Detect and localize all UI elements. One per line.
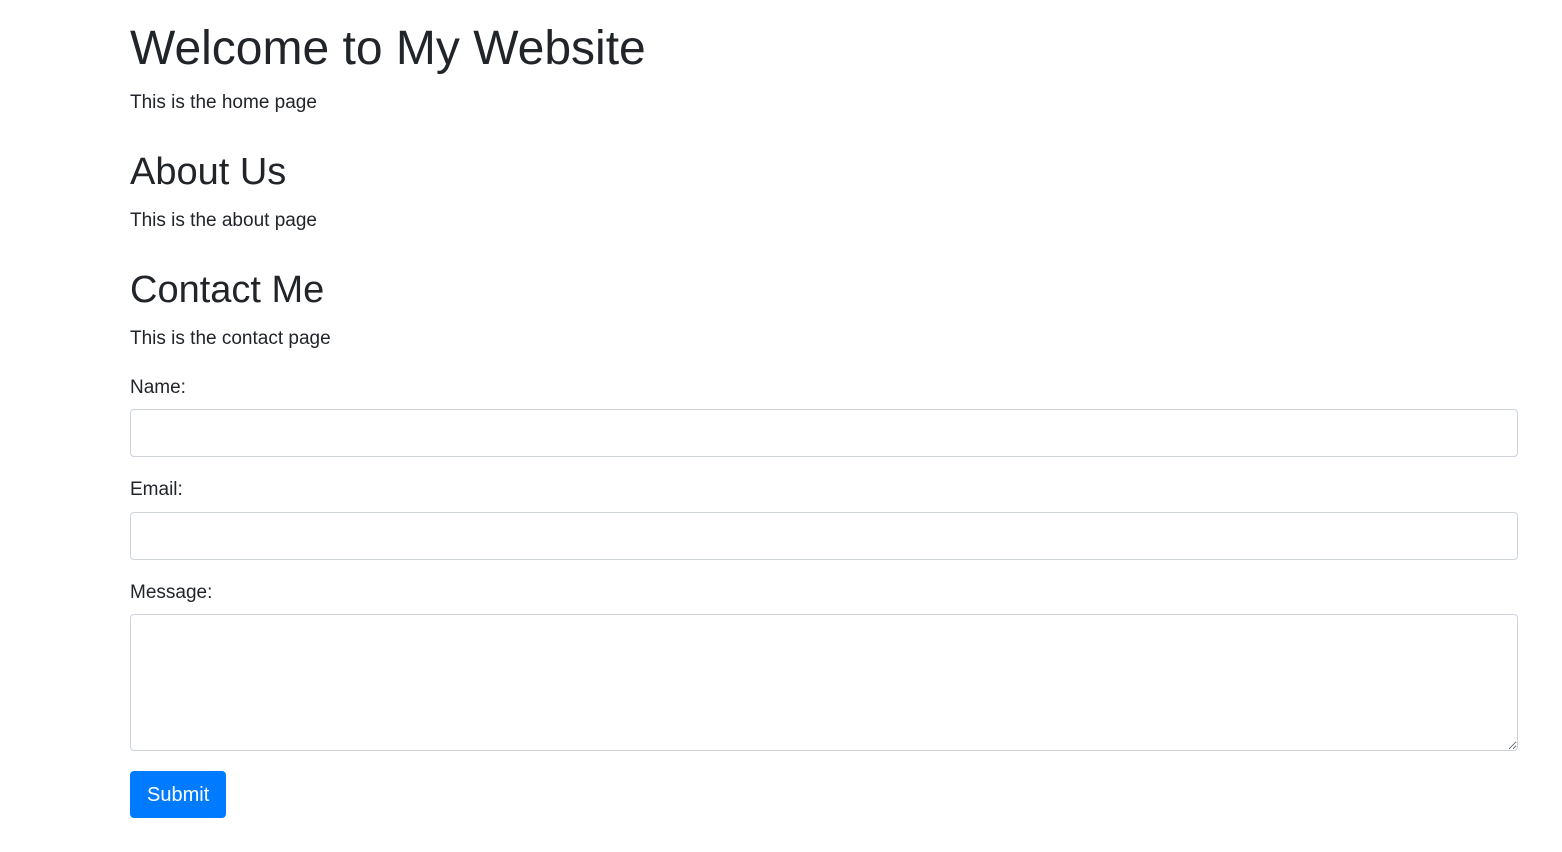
contact-text: This is the contact page — [130, 327, 331, 349]
email-group: Email: — [130, 477, 1518, 560]
contact-title: Contact Me — [130, 269, 325, 312]
page-container: Welcome to My Website This is the home p… — [130, 0, 1518, 819]
home-title: Welcome to My Website — [130, 22, 646, 75]
submit-button[interactable]: Submit — [130, 771, 227, 819]
about-text: This is the about page — [130, 209, 317, 231]
about-title: About Us — [130, 151, 287, 194]
message-label: Message: — [130, 581, 213, 603]
message-group: Message: — [130, 580, 1518, 752]
name-label: Name: — [130, 376, 186, 398]
name-input[interactable] — [130, 409, 1518, 458]
name-group: Name: — [130, 375, 1518, 458]
contact-form: Name: Email: Message: Submit — [130, 375, 1518, 819]
about-section: About Us This is the about page — [130, 150, 1518, 234]
home-section: Welcome to My Website This is the home p… — [130, 20, 1518, 116]
email-label: Email: — [130, 479, 183, 501]
message-textarea[interactable] — [130, 614, 1518, 752]
contact-section: Contact Me This is the contact page Name… — [130, 268, 1518, 819]
email-input[interactable] — [130, 511, 1518, 560]
home-text: This is the home page — [130, 91, 317, 113]
